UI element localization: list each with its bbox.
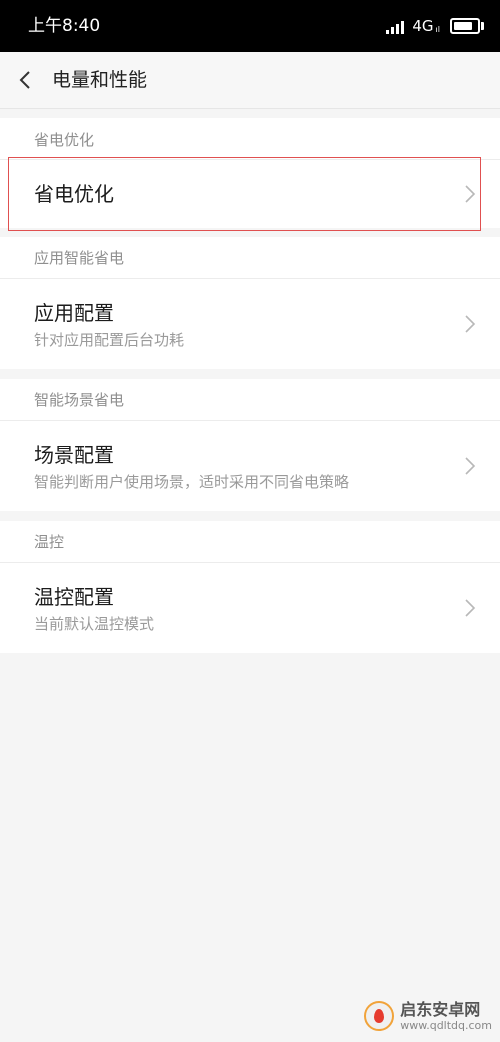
- watermark-text: 启东安卓网 www.qdltdq.com: [400, 999, 492, 1032]
- network-activity: ıl: [435, 25, 440, 34]
- status-time: 上午8:40: [28, 16, 101, 36]
- row-subtitle: 当前默认温控模式: [34, 615, 155, 633]
- watermark-url: www.qdltdq.com: [400, 1018, 492, 1032]
- row-power-saving[interactable]: 省电优化: [0, 160, 500, 228]
- row-title: 场景配置: [34, 443, 114, 467]
- watermark-title: 启东安卓网: [400, 999, 481, 1019]
- section-header-label: 省电优化: [34, 131, 95, 149]
- row-thermal-config[interactable]: 温控配置 当前默认温控模式: [0, 563, 500, 653]
- watermark: 启东安卓网 www.qdltdq.com: [364, 996, 492, 1036]
- page-title: 电量和性能: [52, 69, 148, 91]
- section-header-app-smart-saving: 应用智能省电: [0, 237, 500, 279]
- row-title: 应用配置: [34, 301, 114, 325]
- battery-icon: [450, 18, 484, 34]
- signal-icon: [386, 18, 406, 34]
- row-app-config[interactable]: 应用配置 针对应用配置后台功耗: [0, 279, 500, 369]
- section-header-label: 应用智能省电: [34, 249, 125, 267]
- section-header-thermal: 温控: [0, 521, 500, 563]
- chevron-right-icon: [465, 457, 476, 475]
- section-header-power-saving: 省电优化: [0, 118, 500, 160]
- title-bar: 电量和性能: [0, 52, 500, 109]
- row-subtitle: 智能判断用户使用场景，适时采用不同省电策略: [34, 473, 350, 491]
- chevron-right-icon: [465, 599, 476, 617]
- row-title: 温控配置: [34, 585, 114, 609]
- status-icons: 4G ıl: [386, 14, 484, 38]
- battery-fill: [454, 22, 472, 30]
- section-header-label: 温控: [34, 533, 65, 551]
- chevron-left-icon[interactable]: [14, 68, 38, 92]
- section-header-scene-smart-saving: 智能场景省电: [0, 379, 500, 421]
- section-header-label: 智能场景省电: [34, 391, 125, 409]
- row-scene-config[interactable]: 场景配置 智能判断用户使用场景，适时采用不同省电策略: [0, 421, 500, 511]
- watermark-logo-icon: [364, 1001, 395, 1031]
- chevron-right-icon: [465, 185, 476, 203]
- network-type: 4G: [412, 17, 434, 35]
- status-bar: 上午8:40 4G ıl: [0, 0, 500, 52]
- row-title: 省电优化: [34, 182, 114, 206]
- chevron-right-icon: [465, 315, 476, 333]
- row-subtitle: 针对应用配置后台功耗: [34, 331, 185, 349]
